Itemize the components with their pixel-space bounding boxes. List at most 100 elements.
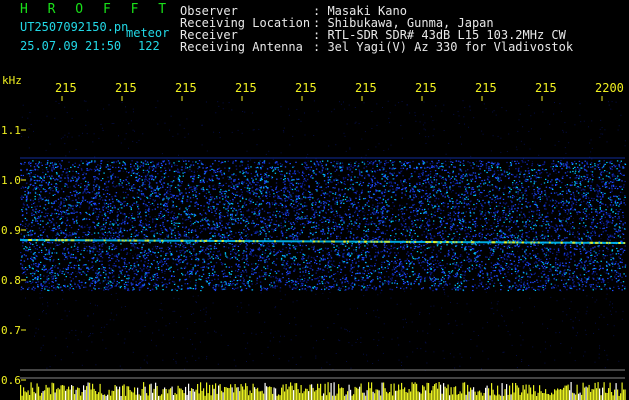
noise-pixel	[55, 277, 58, 279]
noise-pixel	[100, 288, 102, 290]
noise-pixel	[515, 176, 517, 178]
noise-pixel	[594, 211, 597, 213]
noise-pixel	[346, 123, 348, 125]
noise-pixel	[419, 260, 421, 261]
noise-pixel	[214, 278, 216, 280]
noise-pixel	[338, 247, 340, 249]
noise-pixel	[324, 288, 326, 290]
noise-pixel	[619, 257, 621, 259]
noise-pixel	[521, 192, 523, 194]
noise-pixel	[585, 271, 588, 273]
noise-pixel	[414, 219, 416, 222]
noise-pixel	[367, 287, 370, 289]
noise-pixel	[239, 229, 241, 231]
noise-pixel	[466, 252, 468, 254]
noise-pixel	[504, 185, 506, 187]
noise-pixel	[545, 254, 547, 256]
noise-pixel	[578, 176, 580, 178]
noise-pixel	[315, 357, 317, 359]
noise-pixel	[498, 259, 501, 262]
noise-pixel	[623, 184, 625, 186]
noise-pixel	[439, 217, 441, 219]
noise-pixel	[48, 196, 50, 198]
noise-pixel	[618, 229, 620, 231]
noise-pixel	[331, 175, 333, 177]
noise-pixel	[513, 235, 515, 237]
noise-pixel	[492, 174, 494, 176]
noise-pixel	[107, 176, 109, 178]
noise-pixel	[601, 127, 603, 129]
noise-pixel	[622, 186, 625, 188]
noise-pixel	[254, 211, 256, 213]
noise-pixel	[369, 284, 371, 286]
noise-pixel	[529, 297, 531, 299]
noise-pixel	[564, 209, 567, 212]
noise-pixel	[428, 188, 430, 190]
noise-pixel	[400, 125, 402, 126]
noise-pixel	[67, 268, 69, 270]
noise-pixel	[66, 168, 69, 170]
noise-pixel	[123, 249, 125, 251]
noise-pixel	[280, 189, 282, 191]
noise-pixel	[239, 234, 241, 236]
noise-pixel	[243, 265, 245, 267]
noise-pixel	[143, 256, 145, 258]
noise-pixel	[43, 281, 45, 283]
noise-pixel	[281, 170, 283, 172]
noise-pixel	[247, 222, 250, 224]
noise-pixel	[165, 233, 167, 235]
noise-pixel	[249, 353, 251, 355]
noise-pixel	[100, 332, 102, 333]
noise-pixel	[402, 167, 405, 169]
noise-pixel	[53, 287, 55, 289]
noise-pixel	[371, 220, 373, 223]
noise-pixel	[58, 161, 59, 162]
noise-pixel	[443, 168, 445, 170]
noise-pixel	[130, 284, 133, 286]
noise-pixel	[275, 306, 277, 308]
noise-pixel	[517, 232, 519, 234]
noise-pixel	[350, 177, 352, 179]
noise-pixel	[61, 319, 63, 320]
noise-pixel	[196, 188, 198, 190]
noise-pixel	[434, 170, 437, 172]
noise-pixel	[439, 176, 441, 178]
noise-pixel	[584, 277, 586, 279]
noise-pixel	[452, 275, 455, 277]
noise-pixel	[262, 226, 264, 228]
noise-pixel	[179, 278, 181, 281]
noise-pixel	[357, 266, 360, 268]
noise-pixel	[143, 271, 145, 273]
noise-pixel	[486, 321, 488, 323]
noise-pixel	[406, 322, 407, 324]
noise-pixel	[251, 190, 253, 192]
noise-pixel	[274, 229, 277, 231]
noise-pixel	[20, 187, 22, 189]
noise-pixel	[458, 233, 461, 235]
noise-pixel	[93, 244, 95, 246]
noise-pixel	[106, 185, 108, 187]
noise-pixel	[574, 360, 576, 362]
noise-pixel	[256, 277, 259, 279]
noise-pixel	[318, 224, 320, 226]
noise-pixel	[33, 173, 35, 175]
noise-pixel	[299, 280, 302, 282]
noise-pixel	[382, 284, 384, 286]
noise-pixel	[322, 250, 324, 252]
noise-pixel	[572, 328, 574, 330]
noise-pixel	[516, 367, 518, 369]
noise-pixel	[541, 258, 543, 260]
noise-pixel	[315, 231, 317, 233]
noise-pixel	[287, 264, 289, 267]
noise-pixel	[377, 278, 379, 280]
noise-pixel	[141, 286, 143, 288]
noise-pixel	[215, 196, 218, 198]
noise-pixel	[456, 225, 457, 227]
noise-pixel	[563, 165, 565, 167]
noise-pixel	[373, 288, 374, 290]
noise-pixel	[482, 160, 484, 162]
noise-pixel	[182, 159, 184, 161]
noise-pixel	[215, 226, 217, 228]
noise-pixel	[313, 257, 315, 259]
noise-pixel	[205, 192, 208, 194]
